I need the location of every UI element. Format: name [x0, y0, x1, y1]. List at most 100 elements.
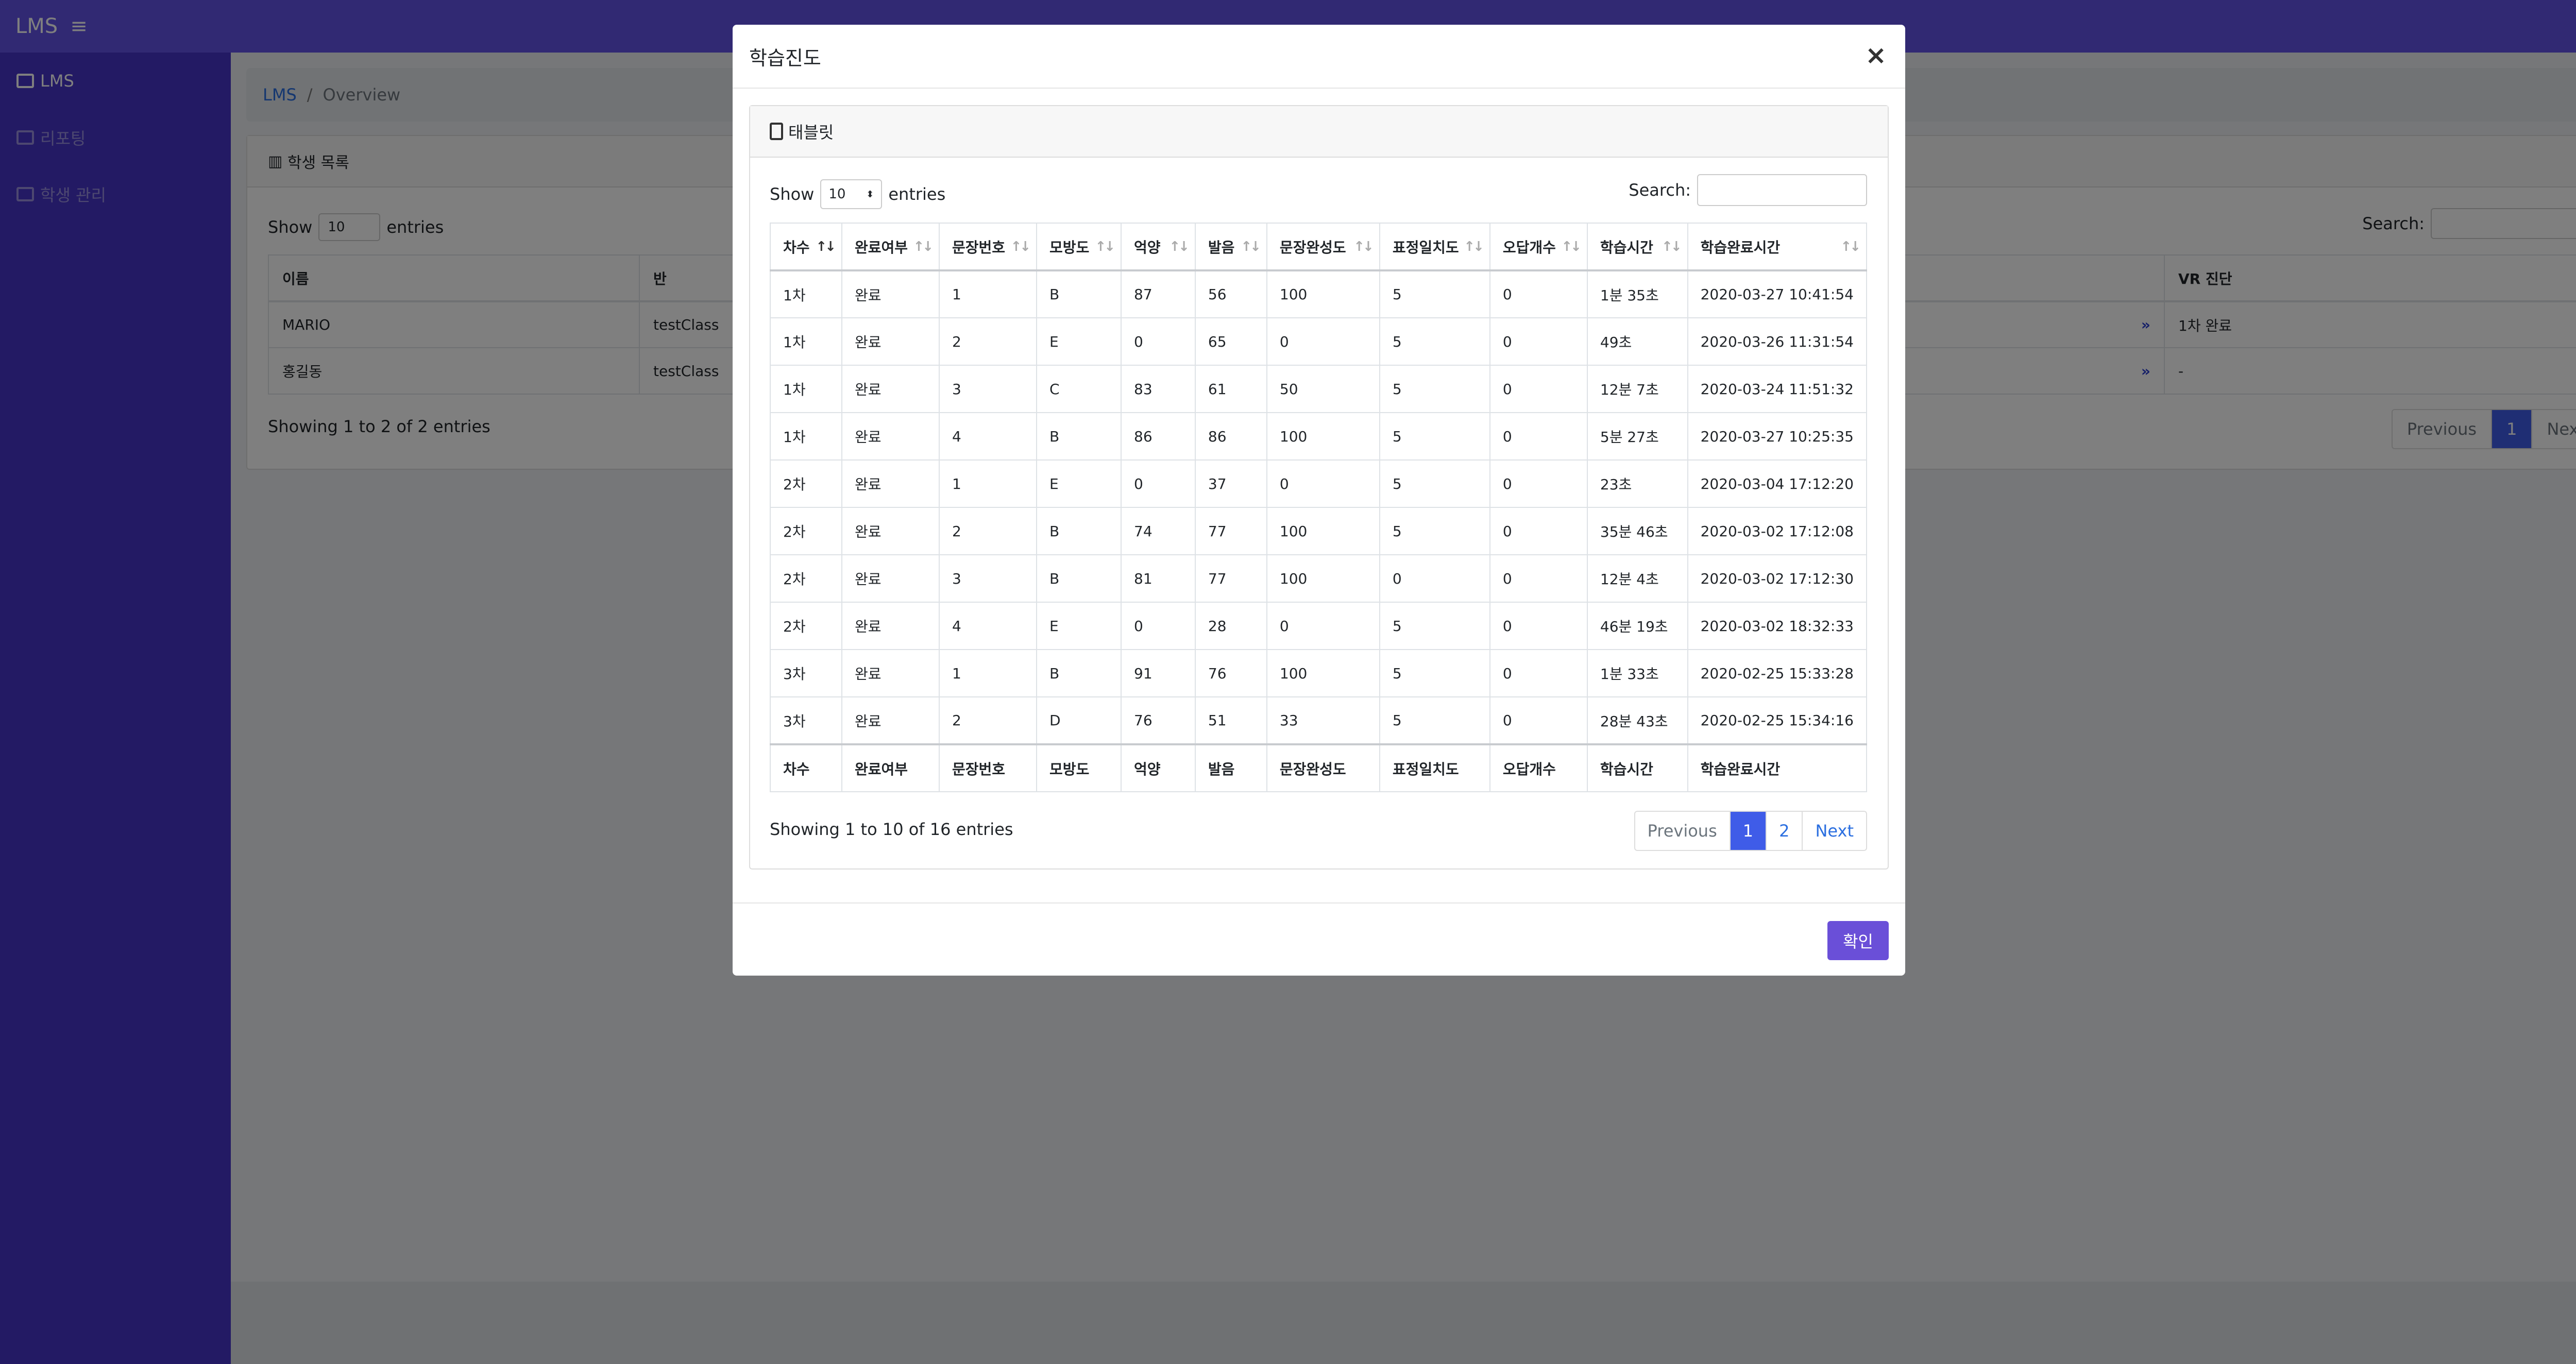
table-row[interactable]: 1차 완료 4 B 86 86 100 5 0 5분 27초 2020-03-27 10:25:35: [770, 412, 1868, 461]
table-cell: 46분 19초: [1586, 602, 1688, 650]
sort-icon: ↑↓: [1169, 239, 1190, 254]
table-cell: 2020-03-02 18:32:33: [1687, 602, 1868, 650]
table-row[interactable]: 2차 완료 1 E 0 37 0 5 0 23초 2020-03-04 17:12:20: [770, 459, 1868, 508]
column-header[interactable]: 차수 ↑↓: [770, 223, 842, 271]
table-cell: 4: [939, 412, 1038, 461]
table-row[interactable]: 2차 완료 2 B 74 77 100 5 0 35분 46초 2020-03-02 17:12:0…: [770, 507, 1868, 555]
table-cell: 0: [1489, 459, 1588, 508]
tablet-card-title: 태블릿: [788, 123, 834, 142]
table-row[interactable]: 3차 완료 1 B 91 76 100 5 0 1분 33초 2020-02-25 15:33:28: [770, 649, 1868, 697]
tablet-icon: [770, 123, 783, 140]
table-cell: 1차: [770, 270, 842, 318]
column-header[interactable]: 학습완료시간 ↑↓: [1687, 223, 1868, 271]
table-cell: 0: [1489, 554, 1588, 603]
table-cell: 0: [1266, 602, 1380, 650]
table-cell: 100: [1266, 270, 1380, 318]
sort-icon: ↑↓: [1095, 239, 1115, 254]
table-cell: 1차: [770, 365, 842, 413]
table-cell: 완료: [841, 412, 940, 461]
column-footer: 표정일치도: [1379, 743, 1490, 792]
table-cell: 51: [1194, 696, 1267, 745]
modal-header: 학습진도: [733, 25, 1905, 89]
column-header[interactable]: 완료여부 ↑↓: [841, 223, 940, 271]
table-cell: 5: [1379, 459, 1490, 508]
progress-search-input[interactable]: [1697, 174, 1867, 206]
pagination-page-2[interactable]: 2: [1766, 812, 1802, 850]
column-header[interactable]: 학습시간 ↑↓: [1586, 223, 1688, 271]
table-cell: 0: [1489, 365, 1588, 413]
table-cell: 77: [1194, 507, 1267, 555]
table-cell: 76: [1194, 649, 1267, 697]
column-header[interactable]: 표정일치도 ↑↓: [1379, 223, 1490, 271]
column-footer: 억양: [1121, 743, 1196, 792]
column-header[interactable]: 오답개수 ↑↓: [1489, 223, 1588, 271]
page-size-control: Show 10 ⬍ entries: [770, 179, 945, 209]
table-cell: 83: [1121, 365, 1196, 413]
table-cell: 12분 7초: [1586, 365, 1688, 413]
table-cell: 74: [1121, 507, 1196, 555]
sort-icon: ↑↓: [1010, 239, 1031, 254]
column-header[interactable]: 모방도 ↑↓: [1036, 223, 1122, 271]
table-cell: 61: [1194, 365, 1267, 413]
table-cell: 2차: [770, 459, 842, 508]
table-cell: B: [1036, 554, 1122, 603]
table-cell: B: [1036, 270, 1122, 318]
table-row[interactable]: 1차 완료 3 C 83 61 50 5 0 12분 7초 2020-03-24 11:51:32: [770, 365, 1868, 413]
table-cell: 0: [1489, 602, 1588, 650]
table-cell: 1분 33초: [1586, 649, 1688, 697]
table-cell: B: [1036, 412, 1122, 461]
modal-title: 학습진도: [749, 46, 821, 70]
table-cell: 5분 27초: [1586, 412, 1688, 461]
column-footer: 발음: [1194, 743, 1267, 792]
table-cell: 5: [1379, 507, 1490, 555]
page-size-select[interactable]: 10 ⬍: [820, 179, 883, 209]
table-cell: 3차: [770, 696, 842, 745]
table-cell: 35분 46초: [1586, 507, 1688, 555]
table-cell: 1: [939, 459, 1038, 508]
table-cell: B: [1036, 507, 1122, 555]
table-row[interactable]: 3차 완료 2 D 76 51 33 5 0 28분 43초 2020-02-25 15:34:16: [770, 696, 1868, 745]
pagination-page-1[interactable]: 1: [1729, 812, 1766, 850]
table-cell: 완료: [841, 459, 940, 508]
table-cell: 0: [1489, 649, 1588, 697]
sort-icon: ↑↓: [1464, 239, 1484, 254]
table-cell: 0: [1489, 317, 1588, 366]
table-row[interactable]: 1차 완료 1 B 87 56 100 5 0 1분 35초 2020-03-27 10:41:54: [770, 270, 1868, 318]
table-cell: 56: [1194, 270, 1267, 318]
column-header[interactable]: 문장번호 ↑↓: [939, 223, 1038, 271]
table-cell: 1분 35초: [1586, 270, 1688, 318]
table-cell: E: [1036, 459, 1122, 508]
table-row[interactable]: 2차 완료 4 E 0 28 0 5 0 46분 19초 2020-03-02 18:32:33: [770, 602, 1868, 650]
confirm-button[interactable]: 확인: [1827, 921, 1889, 960]
table-row[interactable]: 2차 완료 3 B 81 77 100 0 0 12분 4초 2020-03-02 17:12:30: [770, 554, 1868, 603]
sort-icon: ↑↓: [1561, 239, 1582, 254]
table-cell: 2: [939, 696, 1038, 745]
table-cell: 3: [939, 554, 1038, 603]
table-cell: 2020-03-02 17:12:08: [1687, 507, 1868, 555]
table-row[interactable]: 1차 완료 2 E 0 65 0 5 0 49초 2020-03-26 11:31:54: [770, 317, 1868, 366]
table-cell: 2차: [770, 602, 842, 650]
table-cell: 완료: [841, 270, 940, 318]
pagination-next[interactable]: Next: [1802, 812, 1866, 850]
close-icon[interactable]: ×: [1865, 40, 1887, 70]
table-cell: 2020-03-27 10:25:35: [1687, 412, 1868, 461]
table-cell: 86: [1194, 412, 1267, 461]
table-cell: 완료: [841, 696, 940, 745]
table-cell: 100: [1266, 554, 1380, 603]
table-cell: D: [1036, 696, 1122, 745]
pagination-previous[interactable]: Previous: [1635, 812, 1730, 850]
column-footer: 모방도: [1036, 743, 1122, 792]
column-header[interactable]: 발음 ↑↓: [1194, 223, 1267, 271]
table-cell: 76: [1121, 696, 1196, 745]
table-cell: 23초: [1586, 459, 1688, 508]
table-cell: 65: [1194, 317, 1267, 366]
column-header[interactable]: 문장완성도 ↑↓: [1266, 223, 1380, 271]
column-header[interactable]: 억양 ↑↓: [1121, 223, 1196, 271]
table-cell: 0: [1489, 507, 1588, 555]
table-cell: 0: [1379, 554, 1490, 603]
tablet-card: 태블릿 Show 10 ⬍ entries Search: 차수 ↑↓ 완료여부 ↑↓…: [749, 105, 1889, 869]
table-cell: 28: [1194, 602, 1267, 650]
table-cell: 81: [1121, 554, 1196, 603]
table-cell: 5: [1379, 649, 1490, 697]
table-cell: 28분 43초: [1586, 696, 1688, 745]
